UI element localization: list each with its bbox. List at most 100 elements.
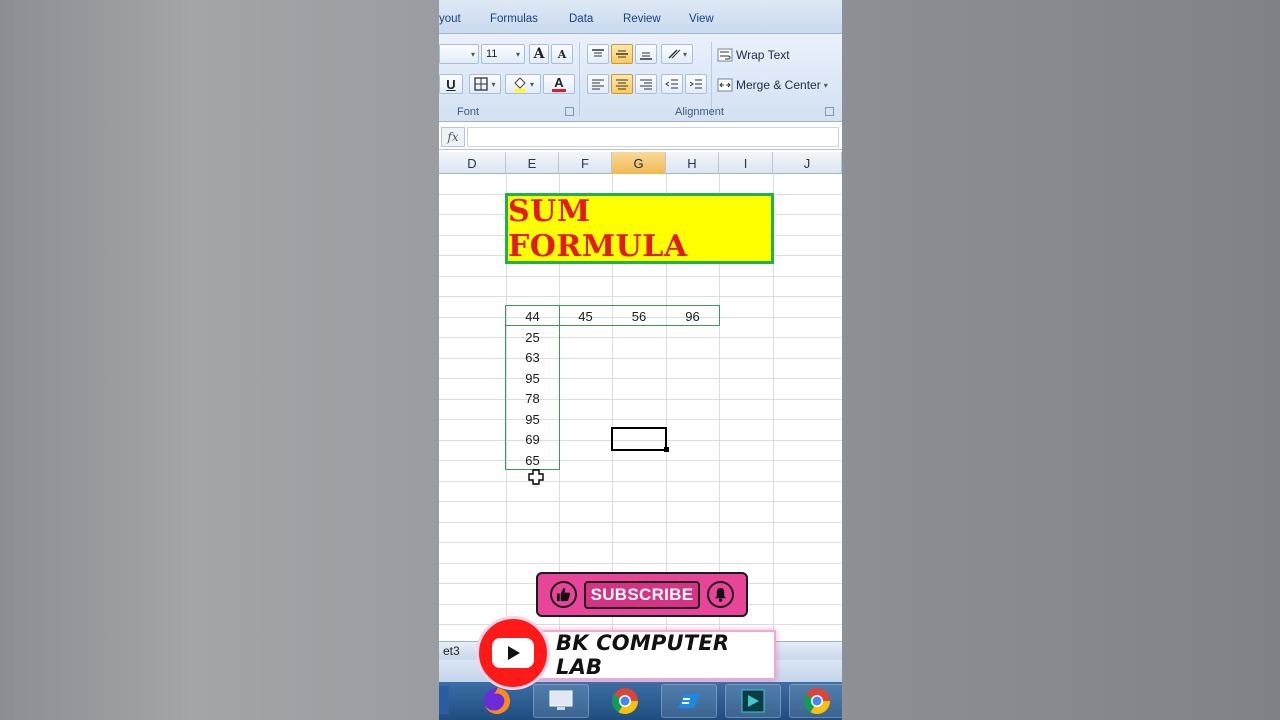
cp-icon (678, 694, 700, 708)
taskbar-window[interactable] (533, 684, 589, 718)
font-size-dropdown[interactable]: 11 ▾ (481, 44, 525, 64)
column-header-e[interactable]: E (506, 152, 559, 174)
youtube-logo[interactable] (476, 616, 550, 690)
grid-line (439, 501, 842, 502)
cell-f-value[interactable]: 45 (559, 306, 612, 326)
grid-line (439, 296, 842, 297)
chevron-down-icon: ▾ (491, 79, 496, 89)
chevron-down-icon: ▾ (515, 49, 520, 59)
firefox-icon (484, 688, 510, 714)
grid-line (439, 563, 842, 564)
column-header-row: D E F G H I J (439, 152, 842, 174)
align-right-button[interactable] (635, 74, 657, 94)
font-group-label: Font (457, 106, 480, 118)
underline-button[interactable]: U (439, 74, 463, 94)
grid-line (439, 337, 842, 338)
cell-e-value[interactable]: 95 (506, 409, 559, 429)
cell-grid[interactable]: SUM FORMULA 44 45 56 96 25 63 95 78 95 6… (439, 174, 842, 646)
grid-line (439, 542, 842, 543)
notification-bell-button[interactable] (707, 581, 734, 608)
font-dialog-launcher-icon[interactable] (565, 107, 574, 116)
formula-input[interactable] (467, 127, 839, 147)
tab-page-layout[interactable]: yout (439, 13, 461, 25)
column-header-h[interactable]: H (666, 152, 719, 174)
fill-handle[interactable] (664, 447, 669, 452)
increase-indent-button[interactable] (685, 74, 707, 94)
taskbar-media-app[interactable] (725, 684, 781, 718)
font-color-icon: A (554, 74, 564, 90)
shrink-font-button[interactable]: A (551, 44, 573, 64)
cell-e-value[interactable]: 95 (506, 368, 559, 388)
cell-e-value[interactable]: 78 (506, 388, 559, 408)
column-header-g[interactable]: G (612, 152, 666, 174)
formula-bar: fx (439, 125, 842, 150)
font-color-swatch (552, 88, 566, 92)
column-header-d[interactable]: D (439, 152, 506, 174)
active-cell-selection[interactable] (611, 427, 667, 451)
column-header-i[interactable]: I (719, 152, 773, 174)
cell-e-value[interactable]: 44 (506, 306, 559, 326)
orientation-button[interactable]: ▾ (661, 44, 693, 64)
bell-icon (714, 587, 727, 602)
chevron-down-icon: ▾ (470, 49, 475, 59)
increase-indent-icon (689, 79, 702, 89)
chrome-icon (803, 688, 831, 715)
thumbs-up-icon (556, 587, 571, 602)
font-color-button[interactable]: A (543, 74, 575, 94)
grow-font-icon: A (533, 46, 545, 62)
align-top-icon (592, 49, 604, 57)
cell-e-value[interactable]: 65 (506, 450, 559, 470)
taskbar-cp-app[interactable] (661, 684, 717, 718)
align-center-icon (616, 79, 628, 90)
column-header-f[interactable]: F (559, 152, 612, 174)
grow-font-button[interactable]: A (529, 44, 549, 64)
taskbar-chrome-2[interactable] (789, 684, 842, 718)
cell-h-value[interactable]: 96 (666, 306, 719, 326)
tab-view[interactable]: View (689, 13, 714, 25)
decrease-indent-button[interactable] (661, 74, 683, 94)
media-icon (741, 689, 765, 713)
align-left-icon (592, 79, 604, 90)
channel-banner: BK COMPUTER LAB (522, 630, 776, 680)
decrease-indent-icon (665, 79, 678, 89)
like-button[interactable] (550, 581, 577, 608)
align-middle-button[interactable] (611, 44, 633, 64)
borders-button[interactable]: ▾ (469, 74, 501, 94)
chevron-down-icon: ▾ (823, 80, 828, 90)
play-icon (508, 646, 520, 660)
insert-function-button[interactable]: fx (441, 127, 465, 147)
cell-e-value[interactable]: 25 (506, 327, 559, 347)
align-top-button[interactable] (587, 44, 609, 64)
subscribe-button[interactable]: SUBSCRIBE (584, 581, 700, 609)
tab-data[interactable]: Data (569, 13, 593, 25)
sheet-title-cell[interactable]: SUM FORMULA (505, 193, 774, 264)
column-header-j[interactable]: J (773, 152, 842, 174)
align-center-button[interactable] (611, 74, 633, 94)
borders-icon (474, 77, 489, 91)
start-button-edge[interactable] (439, 686, 449, 714)
wrap-text-button[interactable]: Wrap Text (717, 46, 790, 64)
cell-e-value[interactable]: 63 (506, 347, 559, 367)
wrap-text-label: Wrap Text (736, 48, 790, 62)
merge-center-button[interactable]: Merge & Center ▾ (717, 76, 828, 94)
grid-line (439, 522, 842, 523)
tab-review[interactable]: Review (623, 13, 661, 25)
align-bottom-button[interactable] (635, 44, 657, 64)
alignment-dialog-launcher-icon[interactable] (825, 107, 834, 116)
cell-cursor-icon (528, 469, 544, 485)
alignment-group-label: Alignment (675, 106, 724, 118)
tab-formulas[interactable]: Formulas (490, 13, 538, 25)
align-left-button[interactable] (587, 74, 609, 94)
taskbar-chrome[interactable] (597, 684, 653, 718)
chevron-down-icon: ▾ (529, 79, 534, 89)
cell-g-value[interactable]: 56 (612, 306, 666, 326)
monitor-icon (549, 690, 573, 710)
cell-e-value[interactable]: 69 (506, 429, 559, 449)
sheet-tab[interactable]: et3 (439, 642, 464, 660)
fill-color-button[interactable]: ▾ (505, 74, 541, 94)
ribbon-tab-bar: yout Formulas Data Review View (439, 0, 842, 34)
font-name-dropdown[interactable]: ▾ (439, 44, 479, 64)
grid-line (439, 378, 842, 379)
shrink-font-icon: A (557, 47, 567, 61)
text-orientation-icon (668, 49, 681, 59)
